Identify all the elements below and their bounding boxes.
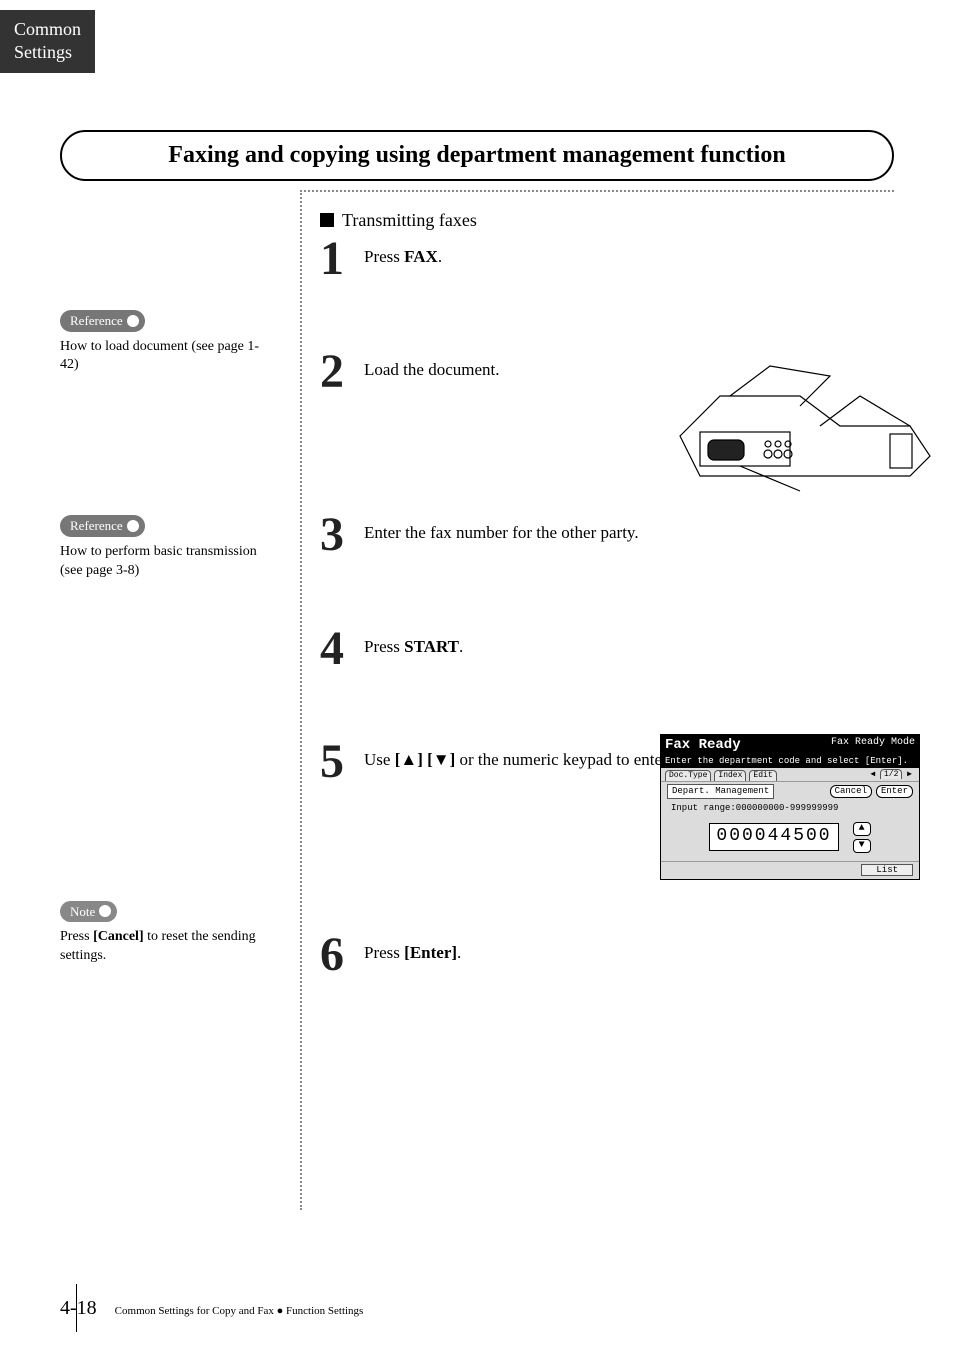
page-number: 4-18: [60, 1297, 97, 1320]
reference-body-2: How to perform basic transmission (see p…: [60, 543, 270, 581]
step-5: 5 Use [▲] [▼] or the numeric keypad to e…: [320, 740, 894, 783]
step-text: Press START.: [364, 627, 463, 660]
step-text-pre: Press: [364, 637, 404, 656]
step-text-post: .: [459, 637, 463, 656]
note-body-pre: Press: [60, 929, 93, 944]
horizontal-dotted-rule: [300, 190, 894, 192]
lcd-tab[interactable]: Index: [714, 770, 746, 781]
step-text: Enter the fax number for the other party…: [364, 513, 639, 546]
step-text-bold: [Enter]: [404, 943, 457, 962]
breadcrumb: Common Settings for Copy and Fax ● Funct…: [115, 1305, 364, 1317]
step-number: 4: [320, 627, 364, 670]
page-title: Faxing and copying using department mana…: [168, 142, 785, 168]
lcd-bottom-row: List: [661, 861, 919, 880]
section-heading-text: Transmitting faxes: [342, 210, 477, 230]
step-number: 5: [320, 740, 364, 783]
step-text-pre: Enter the fax number for the other party…: [364, 523, 639, 542]
step-text-post: or the numeric keypad to enter.: [455, 750, 671, 769]
step-1: 1 Press FAX.: [320, 237, 894, 280]
vertical-dotted-rule: [300, 190, 302, 1210]
breadcrumb-b: Function Settings: [286, 1305, 363, 1317]
step-3: 3 Enter the fax number for the other par…: [320, 513, 894, 556]
fax-machine-illustration: [660, 336, 940, 496]
lcd-panel: Fax Ready Fax Ready Mode Enter the depar…: [660, 734, 920, 881]
step-2: 2 Load the document.: [320, 350, 894, 393]
step-text: Load the document.: [364, 350, 500, 383]
step-text: Use [▲] [▼] or the numeric keypad to ent…: [364, 740, 671, 773]
step-text: Press [Enter].: [364, 933, 461, 966]
reference-block-1: Reference How to load document (see page…: [60, 310, 270, 375]
step-number: 2: [320, 350, 364, 393]
lcd-tab[interactable]: Doc.Type: [665, 770, 711, 781]
page-title-pill: Faxing and copying using department mana…: [60, 130, 894, 181]
badge-dot-icon: [127, 315, 139, 327]
note-badge: Note: [60, 901, 117, 923]
reference-block-2: Reference How to perform basic transmiss…: [60, 515, 270, 580]
lcd-title-bar: Fax Ready Fax Ready Mode: [661, 735, 919, 756]
step-4: 4 Press START.: [320, 627, 894, 670]
badge-label: Reference: [70, 312, 123, 330]
step-text: Press FAX.: [364, 237, 442, 270]
step-text-pre: Press: [364, 247, 404, 266]
lcd-value-row: 000044500 ▲ ▼: [661, 816, 919, 861]
step-text-pre: Press: [364, 943, 404, 962]
lcd-cancel-button[interactable]: Cancel: [830, 785, 872, 798]
lcd-tab[interactable]: Edit: [749, 770, 776, 781]
badge-dot-icon: [127, 520, 139, 532]
square-bullet-icon: [320, 213, 334, 227]
note-body-1: Press [Cancel] to reset the sending sett…: [60, 928, 270, 966]
lcd-field-label: Depart. Management: [667, 784, 774, 799]
step-text-bold: START: [404, 637, 459, 656]
step-number: 1: [320, 237, 364, 280]
step-text-bold: [▲] [▼]: [395, 750, 456, 769]
step-6: 6 Press [Enter].: [320, 933, 894, 976]
lcd-field-row: Depart. Management Cancel Enter: [661, 781, 919, 801]
badge-label: Note: [70, 903, 95, 921]
thumb-line-1: Common: [14, 18, 81, 41]
lcd-input-range: Input range:000000000-999999999: [661, 801, 919, 816]
lcd-up-arrow-button[interactable]: ▲: [853, 822, 871, 836]
note-body-bold: [Cancel]: [93, 929, 144, 944]
note-block-1: Note Press [Cancel] to reset the sending…: [60, 901, 270, 966]
lcd-ready: Fax Ready: [665, 737, 741, 754]
lcd-mode: Fax Ready Mode: [831, 737, 915, 754]
reference-badge: Reference: [60, 310, 145, 332]
badge-label: Reference: [70, 517, 123, 535]
step-text-pre: Load the document.: [364, 360, 500, 379]
step-number: 6: [320, 933, 364, 976]
bullet-icon: ●: [277, 1305, 286, 1317]
badge-dot-icon: [99, 905, 111, 917]
lcd-list-button[interactable]: List: [861, 864, 913, 877]
step-text-bold: FAX: [404, 247, 438, 266]
chapter-thumb-tab: Common Settings: [0, 10, 95, 73]
breadcrumb-a: Common Settings for Copy and Fax: [115, 1305, 274, 1317]
step-text-post: .: [457, 943, 461, 962]
thumb-line-2: Settings: [14, 41, 81, 64]
lcd-enter-button[interactable]: Enter: [876, 785, 913, 798]
step-text-post: .: [438, 247, 442, 266]
lcd-down-arrow-button[interactable]: ▼: [853, 839, 871, 853]
section-heading: Transmitting faxes: [320, 210, 894, 231]
reference-badge: Reference: [60, 515, 145, 537]
lcd-page: 1/2: [880, 769, 902, 779]
reference-body-1: How to load document (see page 1-42): [60, 338, 270, 376]
lcd-prompt: Enter the department code and select [En…: [661, 756, 919, 769]
page-footer: 4-18 Common Settings for Copy and Fax ● …: [60, 1297, 363, 1320]
lcd-value: 000044500: [709, 823, 838, 851]
step-number: 3: [320, 513, 364, 556]
lcd-tabs: Doc.Type Index Edit ◀ 1/2 ▶: [661, 768, 919, 781]
step-text-pre: Use: [364, 750, 395, 769]
